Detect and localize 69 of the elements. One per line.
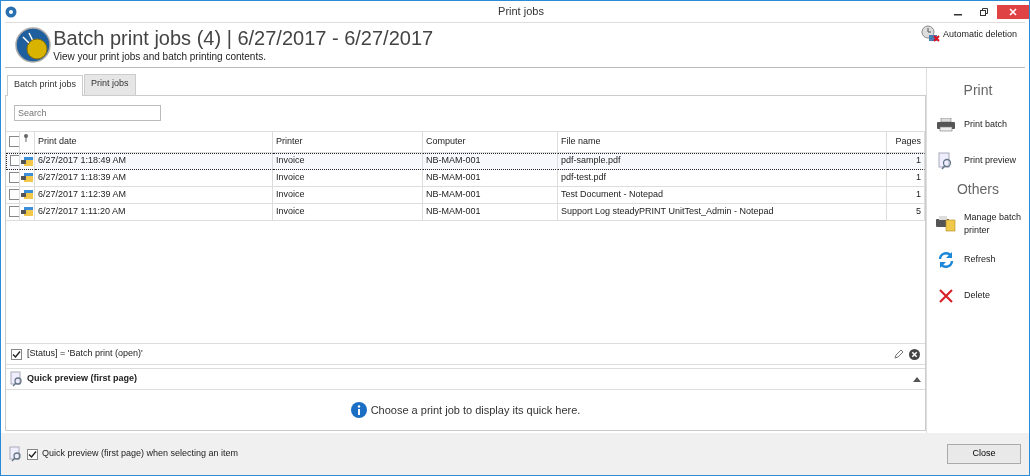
row-checkbox[interactable]	[9, 171, 19, 183]
table-cell: 5	[887, 203, 925, 221]
page-title: Batch print jobs (4) | 6/27/2017 - 6/27/2017	[53, 26, 434, 49]
table-cell: pdf-test.pdf	[558, 169, 887, 187]
close-button[interactable]	[997, 4, 1029, 19]
row-checkbox[interactable]	[10, 155, 19, 167]
quick-preview-checkbox[interactable]	[27, 448, 38, 460]
filter-text: [Status] = 'Batch print (open)'	[27, 347, 143, 361]
page-subtitle: View your print jobs and batch printing contents.	[53, 49, 267, 64]
tab[interactable]: Batch print jobs	[7, 75, 84, 96]
table-cell: Test Document - Notepad	[558, 186, 887, 204]
search-field[interactable]: Search	[14, 104, 161, 121]
table-cell: 1	[887, 169, 925, 187]
close-icon	[1009, 7, 1017, 16]
print-job-icon	[21, 172, 33, 183]
table-cell: 1	[887, 186, 925, 204]
window-title: Print jobs	[498, 4, 544, 20]
delete-button[interactable]: Delete	[927, 278, 1029, 314]
minimize-icon	[954, 13, 962, 16]
print-batch-button[interactable]: Print batch	[927, 107, 1029, 143]
printer-folder-icon	[936, 216, 956, 232]
row-checkbox[interactable]	[9, 188, 19, 200]
close-dialog-button[interactable]: Close	[947, 444, 1021, 464]
delete-icon	[938, 288, 954, 304]
select-all-checkbox[interactable]	[9, 135, 19, 147]
table-cell: Invoice	[273, 186, 423, 204]
refresh-button[interactable]: Refresh	[927, 242, 1029, 278]
quick-preview-option-label: Quick preview (first page) when selecting an item	[42, 447, 239, 461]
pin-icon[interactable]	[23, 134, 29, 143]
print-job-icon	[21, 189, 33, 200]
printer-icon	[937, 118, 955, 132]
app-icon	[5, 5, 17, 18]
section-heading: Others	[956, 180, 1000, 199]
column-header[interactable]: Printer	[273, 130, 423, 153]
clear-filter-icon[interactable]	[909, 348, 920, 360]
info-icon	[350, 402, 367, 418]
tab[interactable]: Print jobs	[84, 74, 136, 95]
filter-checkbox[interactable]	[11, 348, 22, 360]
print-preview-button[interactable]: Print preview	[927, 143, 1029, 179]
print-job-icon	[21, 206, 33, 217]
info-message: Choose a print job to display its quick here.	[370, 402, 581, 418]
row-checkbox[interactable]	[9, 205, 19, 217]
automatic-deletion-button[interactable]: Automatic deletion	[920, 25, 1017, 44]
preview-icon	[938, 152, 954, 170]
manage-printer-button[interactable]: Manage batch printer	[927, 206, 1029, 242]
column-header[interactable]: Pages	[887, 130, 925, 153]
column-header[interactable]: Print date	[35, 130, 273, 153]
table-cell: NB-MAM-001	[423, 186, 558, 204]
preview-icon	[9, 446, 23, 462]
column-header[interactable]: File name	[558, 130, 887, 153]
section-heading: Print	[962, 81, 994, 100]
edit-icon[interactable]	[893, 348, 904, 360]
table-cell: NB-MAM-001	[423, 169, 558, 187]
table-cell: Support Log steadyPRINT UnitTest_Admin - Notepad	[558, 203, 887, 221]
clock-delete-icon	[920, 25, 941, 44]
table-cell: 6/27/2017 1:18:39 AM	[35, 169, 273, 187]
table-cell: NB-MAM-001	[423, 203, 558, 221]
table-cell: Invoice	[273, 169, 423, 187]
table-cell: 6/27/2017 1:12:39 AM	[35, 186, 273, 204]
refresh-icon	[937, 251, 955, 269]
quick-preview-title: Quick preview (first page)	[27, 372, 138, 386]
print-job-icon	[21, 155, 33, 166]
table-cell: 6/27/2017 1:11:20 AM	[35, 203, 273, 221]
restore-icon	[980, 7, 988, 16]
table-cell: Invoice	[273, 203, 423, 221]
column-header[interactable]: Computer	[423, 130, 558, 153]
preview-icon	[10, 371, 24, 387]
logo-icon	[15, 27, 51, 63]
collapse-icon[interactable]	[913, 376, 921, 382]
